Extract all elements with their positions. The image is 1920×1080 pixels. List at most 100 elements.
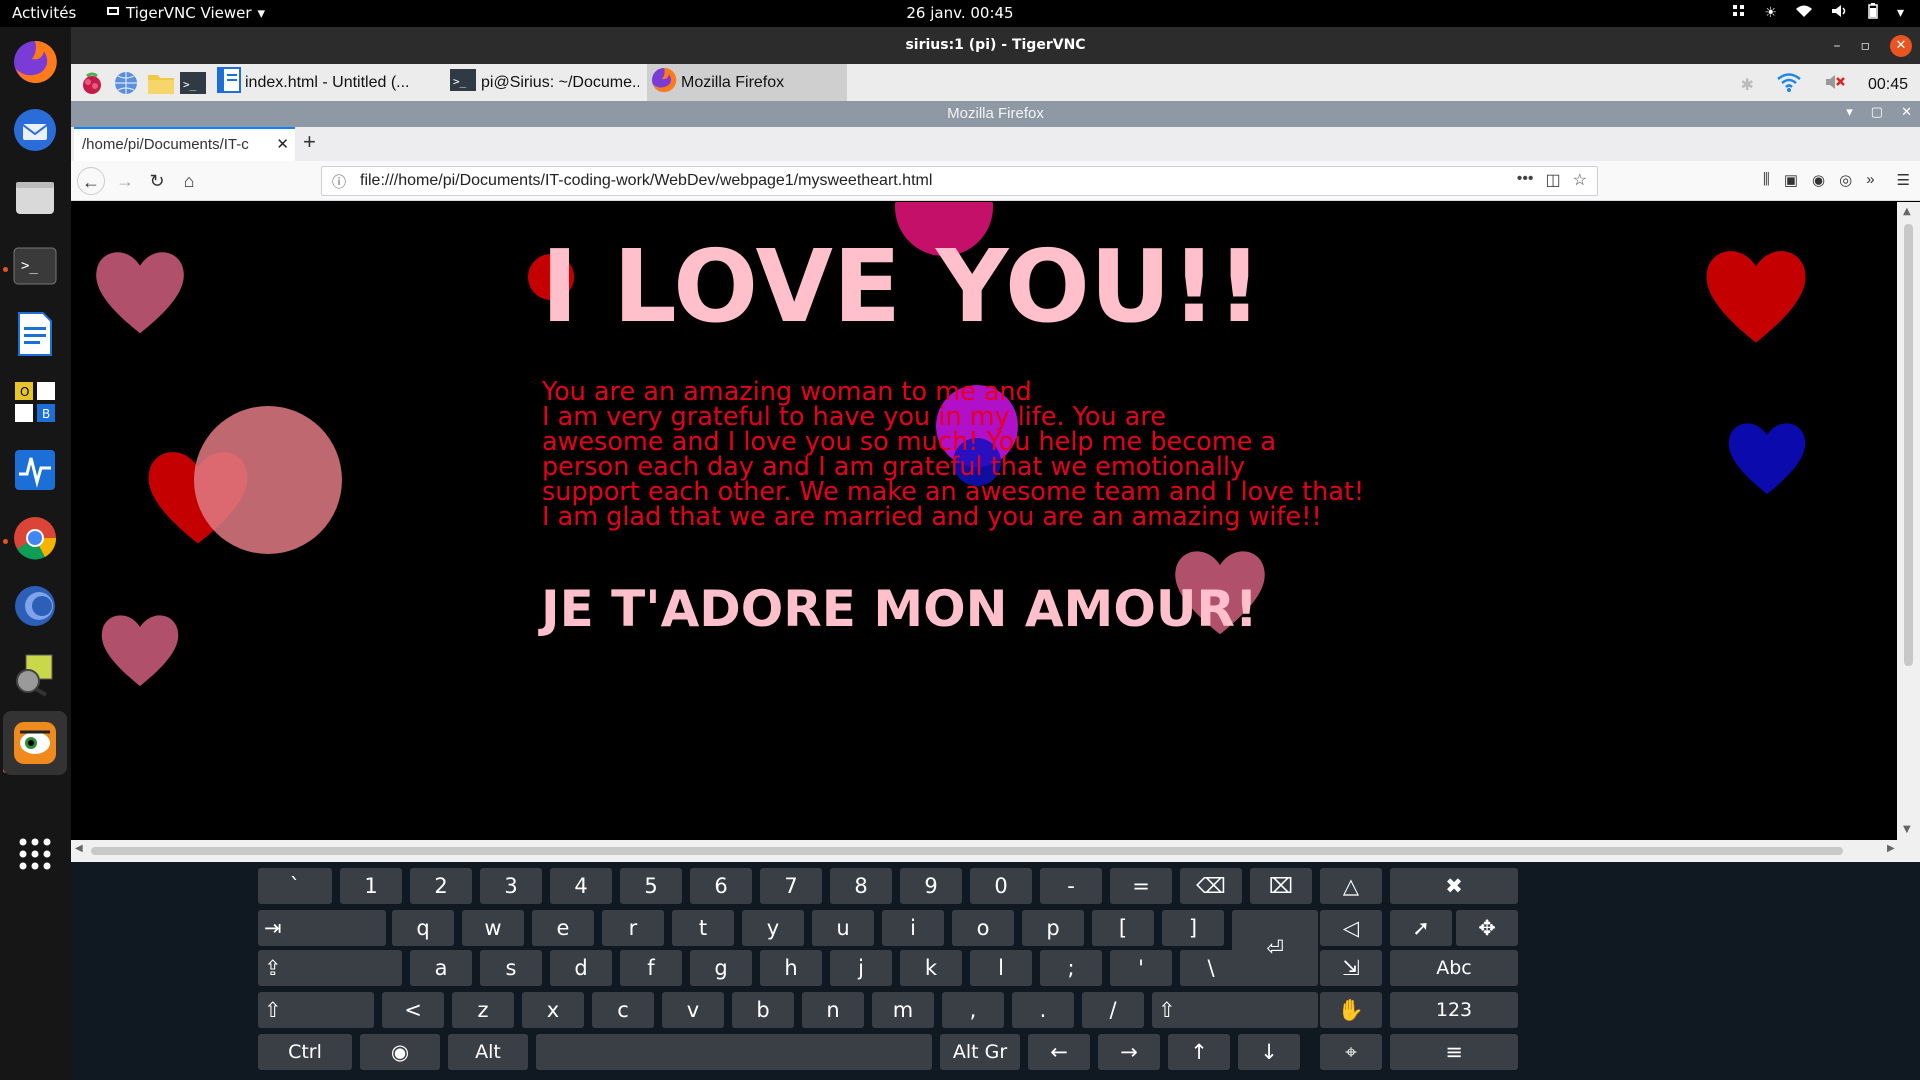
- key-equals[interactable]: =: [1110, 868, 1172, 904]
- key-v[interactable]: v: [662, 992, 724, 1028]
- terminal-icon[interactable]: >_: [179, 70, 206, 96]
- key-t[interactable]: t: [672, 910, 734, 946]
- key-b[interactable]: b: [732, 992, 794, 1028]
- right-arrow-key-icon[interactable]: →: [1098, 1034, 1160, 1070]
- key-a[interactable]: a: [410, 950, 472, 986]
- key-f[interactable]: f: [620, 950, 682, 986]
- ctrl-key[interactable]: Ctrl: [258, 1034, 352, 1070]
- file-manager-icon[interactable]: [147, 70, 174, 96]
- key-r[interactable]: r: [602, 910, 664, 946]
- home-icon[interactable]: ⌂: [175, 167, 203, 195]
- apps-indicator-icon[interactable]: [1732, 4, 1746, 22]
- key-backtick[interactable]: `: [258, 868, 332, 904]
- key-minus[interactable]: -: [1040, 868, 1102, 904]
- key-9[interactable]: 9: [900, 868, 962, 904]
- bluetooth-icon[interactable]: ✱: [1741, 75, 1754, 95]
- reload-icon[interactable]: ↻: [143, 167, 171, 195]
- key-7[interactable]: 7: [760, 868, 822, 904]
- firefox-dock-icon[interactable]: [10, 37, 60, 87]
- down-arrow-key-icon[interactable]: ↓: [1238, 1034, 1300, 1070]
- scroll-up-arrow-icon[interactable]: ▲: [1903, 206, 1911, 217]
- url-bar[interactable]: ⓘ file:///home/pi/Documents/IT-coding-wo…: [321, 166, 1598, 196]
- numeric-layout-button[interactable]: 123: [1390, 992, 1518, 1028]
- key-slash[interactable]: /: [1082, 992, 1144, 1028]
- key-6[interactable]: 6: [690, 868, 752, 904]
- key-1[interactable]: 1: [340, 868, 402, 904]
- scroll-left-arrow-icon[interactable]: ◀: [75, 843, 83, 854]
- page-actions-menu-icon[interactable]: •••: [1517, 170, 1534, 190]
- overflow-chevron-icon[interactable]: »: [1866, 171, 1874, 189]
- cursor-left-arrow-icon[interactable]: ◁: [1320, 910, 1382, 946]
- up-arrow-key-icon[interactable]: ↑: [1168, 1034, 1230, 1070]
- terminal-dock-icon[interactable]: >_: [10, 241, 60, 291]
- left-shift-key-icon[interactable]: ⇧: [258, 992, 374, 1028]
- firefox-close-icon[interactable]: ✕: [1901, 104, 1912, 120]
- backspace-key-icon[interactable]: ⌫: [1180, 868, 1242, 904]
- key-l[interactable]: l: [970, 950, 1032, 986]
- battery-icon[interactable]: [1867, 3, 1879, 23]
- show-apps-grid-icon[interactable]: [10, 829, 60, 879]
- info-icon[interactable]: ⓘ: [332, 172, 346, 192]
- key-s[interactable]: s: [480, 950, 542, 986]
- vertical-scroll-thumb[interactable]: [1904, 224, 1913, 666]
- key-0[interactable]: 0: [970, 868, 1032, 904]
- scroll-right-arrow-icon[interactable]: ▶: [1887, 843, 1895, 854]
- system-tray[interactable]: ☀ ▾: [1732, 3, 1904, 23]
- brightness-icon[interactable]: ☀: [1764, 5, 1777, 21]
- abc-layout-button[interactable]: Abc: [1390, 950, 1518, 986]
- new-tab-button[interactable]: +: [303, 129, 316, 155]
- account-icon[interactable]: ◉: [1812, 171, 1825, 189]
- key-less-than[interactable]: <: [382, 992, 444, 1028]
- sidebar-icon[interactable]: ▣: [1784, 171, 1798, 189]
- minimize-button[interactable]: –: [1834, 38, 1841, 54]
- key-close-bracket[interactable]: ]: [1162, 910, 1224, 946]
- system-monitor-dock-icon[interactable]: [10, 445, 60, 495]
- drag-hand-icon[interactable]: ✋: [1320, 992, 1382, 1028]
- key-u[interactable]: u: [812, 910, 874, 946]
- alt-key[interactable]: Alt: [448, 1034, 528, 1070]
- bookmark-star-icon[interactable]: ☆: [1573, 170, 1587, 190]
- key-m[interactable]: m: [872, 992, 934, 1028]
- key-i[interactable]: i: [882, 910, 944, 946]
- pocket-icon[interactable]: ◫: [1546, 170, 1561, 190]
- eclipse-dock-icon[interactable]: [10, 581, 60, 631]
- volume-icon[interactable]: [1831, 4, 1849, 22]
- caps-lock-key-icon[interactable]: ⇪: [258, 950, 402, 986]
- wifi-icon[interactable]: [1776, 72, 1802, 97]
- super-key-icon[interactable]: ◉: [360, 1034, 440, 1070]
- task-firefox[interactable]: Mozilla Firefox: [647, 64, 847, 101]
- libreoffice-writer-dock-icon[interactable]: [10, 309, 60, 359]
- key-e[interactable]: e: [532, 910, 594, 946]
- enter-key-icon[interactable]: ⏎: [1232, 910, 1318, 986]
- raspberry-menu-icon[interactable]: [79, 70, 105, 96]
- key-k[interactable]: k: [900, 950, 962, 986]
- maximize-button[interactable]: ▫: [1861, 38, 1871, 54]
- key-comma[interactable]: ,: [942, 992, 1004, 1028]
- tab-key-icon[interactable]: ⇥: [258, 910, 386, 946]
- key-5[interactable]: 5: [620, 868, 682, 904]
- move-icon[interactable]: ✥: [1456, 910, 1518, 946]
- key-2[interactable]: 2: [410, 868, 472, 904]
- key-j[interactable]: j: [830, 950, 892, 986]
- key-4[interactable]: 4: [550, 868, 612, 904]
- library-icon[interactable]: ⫼: [1763, 171, 1770, 189]
- left-arrow-key-icon[interactable]: ←: [1028, 1034, 1090, 1070]
- key-8[interactable]: 8: [830, 868, 892, 904]
- space-bar[interactable]: [536, 1034, 932, 1070]
- key-open-bracket[interactable]: [: [1092, 910, 1154, 946]
- firefox-titlebar[interactable]: Mozilla Firefox ▾ ▢ ✕: [71, 101, 1920, 127]
- key-backslash[interactable]: \: [1180, 950, 1242, 986]
- gnumeric-dock-icon[interactable]: [10, 649, 60, 699]
- cursor-up-arrow-icon[interactable]: △: [1320, 868, 1382, 904]
- key-c[interactable]: c: [592, 992, 654, 1028]
- key-d[interactable]: d: [550, 950, 612, 986]
- right-shift-key-icon[interactable]: ⇧: [1152, 992, 1318, 1028]
- key-y[interactable]: y: [742, 910, 804, 946]
- key-o[interactable]: o: [952, 910, 1014, 946]
- hamburger-menu-icon[interactable]: ☰: [1897, 171, 1910, 189]
- key-g[interactable]: g: [690, 950, 752, 986]
- key-apostrophe[interactable]: ': [1110, 950, 1172, 986]
- horizontal-scroll-thumb[interactable]: [91, 847, 1843, 855]
- wifi-icon[interactable]: [1795, 4, 1813, 22]
- firefox-maximize-icon[interactable]: ▢: [1871, 104, 1883, 120]
